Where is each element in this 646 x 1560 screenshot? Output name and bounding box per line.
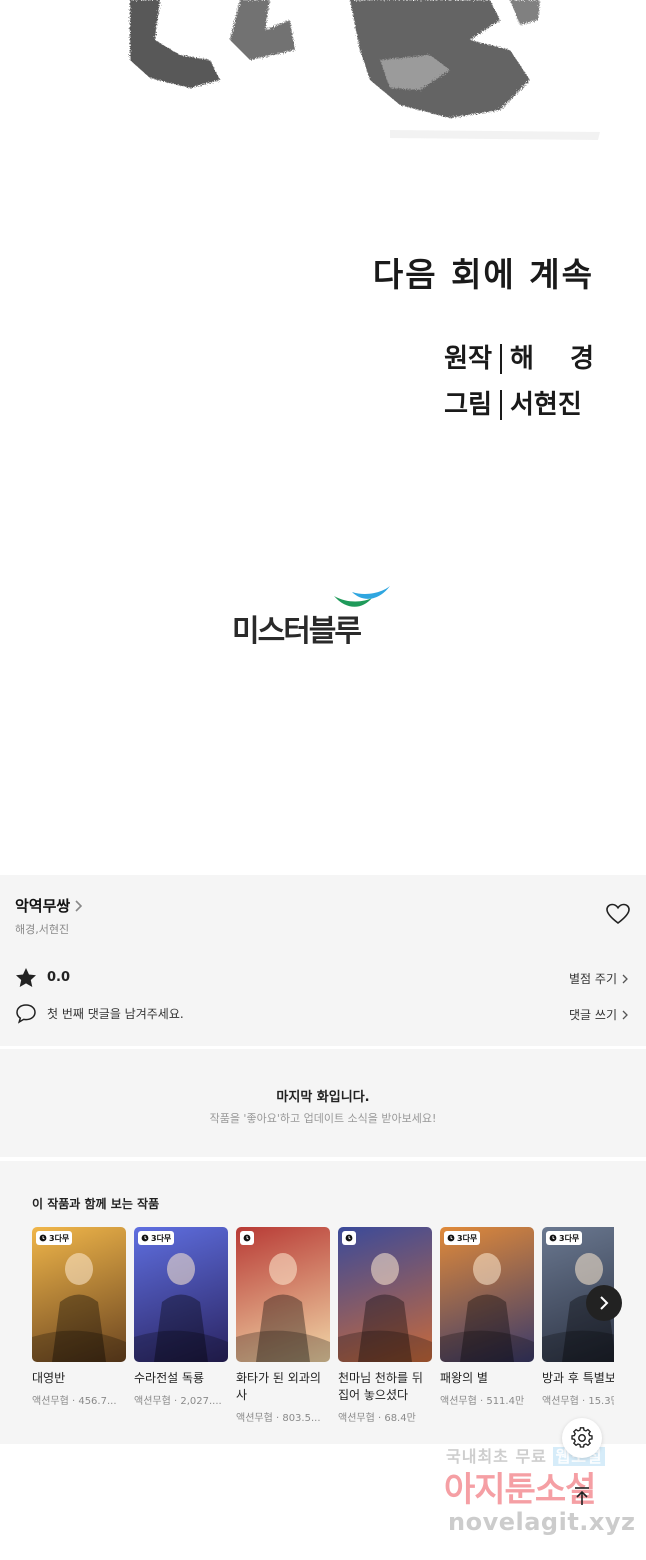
cover-illustration	[134, 1253, 228, 1362]
free-badge-label: 3다무	[151, 1233, 172, 1243]
series-info-panel: 악역무쌍 해경,서현진 0.0 별점 주기 첫 번째 댓글을 남겨주세요. 댓글…	[0, 875, 646, 1046]
clock-icon	[447, 1234, 455, 1242]
comment-prompt: 첫 번째 댓글을 남겨주세요.	[47, 1007, 184, 1021]
credit-name: 서현진	[510, 390, 582, 420]
recommendation-meta: 액션무협 · 511.4만	[440, 1396, 525, 1407]
recommendation-card[interactable]: 천마님 천하를 뒤집어 놓으셨다액션무협 · 68.4만	[338, 1227, 432, 1424]
clock-icon	[243, 1234, 251, 1242]
free-badge-label: 3다무	[49, 1233, 70, 1243]
settings-button[interactable]	[562, 1418, 602, 1458]
recommendation-title: 천마님 천하를 뒤집어 놓으셨다	[338, 1371, 423, 1402]
clock-icon	[39, 1234, 47, 1242]
free-badge: 3다무	[36, 1231, 73, 1245]
watermark-url: novelagit.xyz	[448, 1508, 636, 1536]
credit-role: 원작	[444, 344, 492, 374]
recommendation-card[interactable]: 3다무대영반액션무협 · 456.7...	[32, 1227, 126, 1407]
recommendation-title: 패왕의 별	[440, 1371, 488, 1385]
cover-illustration	[32, 1253, 126, 1362]
last-episode-subtitle: 작품을 '좋아요'하고 업데이트 소식을 받아보세요!	[209, 1112, 437, 1125]
credit-role: 그림	[444, 390, 492, 420]
recommendation-title: 대영반	[32, 1371, 66, 1385]
publisher-name: 미스터블루	[232, 614, 362, 649]
recommendations-carousel: 3다무 대영반 액션무협 · 456.7... 3다무 수라전설 독룡 액션무협 · 2,…	[32, 1227, 614, 1437]
rate-button[interactable]: 별점 주기	[569, 970, 628, 987]
to-be-continued-text: 다음 회에 계속	[372, 255, 594, 294]
credit-divider	[500, 344, 502, 374]
recommendation-meta: 액션무협 · 456.7...	[32, 1396, 117, 1407]
rate-label: 별점 주기	[569, 972, 617, 986]
rating-row: 0.0	[15, 967, 70, 988]
recommendation-cover: 3다무	[440, 1227, 534, 1362]
chevron-right-icon	[600, 1296, 609, 1310]
recommendation-title: 방과 후 특별보반	[542, 1371, 614, 1385]
write-comment-button[interactable]: 댓글 쓰기	[569, 1006, 628, 1023]
chevron-right-icon	[75, 899, 83, 912]
recommendation-cover	[338, 1227, 432, 1362]
recommendation-card[interactable]: 3다무패왕의 별액션무협 · 511.4만	[440, 1227, 534, 1407]
free-badge-label: 3다무	[457, 1233, 478, 1243]
star-icon	[16, 968, 36, 987]
recommendation-card[interactable]: 화타가 된 외과의사액션무협 · 803.5...	[236, 1227, 330, 1424]
scroll-top-button[interactable]	[566, 1480, 598, 1512]
recommendation-cover: 3다무	[134, 1227, 228, 1362]
chevron-right-icon	[622, 1010, 628, 1019]
last-episode-notice: 마지막 화입니다. 작품을 '좋아요'하고 업데이트 소식을 받아보세요!	[0, 1049, 646, 1157]
recommendations-section: 이 작품과 함께 보는 작품 3다무 대영반 액션무협 · 456.7... 3다무 수…	[0, 1161, 646, 1444]
recommendation-title: 화타가 된 외과의사	[236, 1371, 321, 1402]
recommendation-cover: 3다무	[32, 1227, 126, 1362]
credit-original: 원작 해 경	[444, 336, 594, 382]
heart-outline-icon[interactable]	[606, 903, 630, 925]
write-comment-label: 댓글 쓰기	[569, 1008, 617, 1022]
clock-badge	[240, 1231, 254, 1245]
recommendation-cover	[236, 1227, 330, 1362]
series-title-link[interactable]: 악역무쌍	[15, 895, 83, 916]
speech-bubble-icon	[16, 1004, 36, 1024]
credits: 원작 해 경 그림 서현진	[444, 336, 594, 428]
credit-divider	[500, 390, 502, 420]
recommendation-title: 수라전설 독룡	[134, 1371, 205, 1385]
recommendation-meta: 액션무협 · 68.4만	[338, 1413, 416, 1424]
free-badge: 3다무	[546, 1231, 583, 1245]
recommendation-meta: 액션무협 · 2,027....	[134, 1396, 222, 1407]
series-authors: 해경,서현진	[15, 923, 70, 936]
comment-row: 첫 번째 댓글을 남겨주세요.	[15, 1003, 184, 1024]
chevron-right-icon	[622, 974, 628, 983]
series-title-calligraphy	[130, 0, 600, 140]
last-episode-title: 마지막 화입니다.	[276, 1090, 370, 1105]
rating-value: 0.0	[47, 970, 71, 985]
carousel-next-button[interactable]	[586, 1285, 622, 1321]
clock-icon	[345, 1234, 353, 1242]
credit-art: 그림 서현진	[444, 382, 594, 428]
recommendation-card[interactable]: 3다무수라전설 독룡액션무협 · 2,027....	[134, 1227, 228, 1407]
clock-badge	[342, 1231, 356, 1245]
cover-illustration	[236, 1253, 330, 1362]
free-badge: 3다무	[138, 1231, 175, 1245]
recommendations-heading: 이 작품과 함께 보는 작품	[32, 1197, 160, 1211]
cover-illustration	[440, 1253, 534, 1362]
comic-panel: 다음 회에 계속 원작 해 경 그림 서현진 미스터블루	[0, 0, 646, 875]
free-badge: 3다무	[444, 1231, 481, 1245]
cover-illustration	[338, 1253, 432, 1362]
publisher-logo: 미스터블루	[232, 584, 397, 654]
clock-icon	[549, 1234, 557, 1242]
recommendation-meta: 액션무협 · 15.3만	[542, 1396, 614, 1407]
gear-icon	[571, 1427, 593, 1448]
recommendation-meta: 액션무협 · 803.5...	[236, 1413, 321, 1424]
free-badge-label: 3다무	[559, 1233, 580, 1243]
clock-icon	[141, 1234, 149, 1242]
series-title: 악역무쌍	[15, 897, 71, 915]
arrow-up-icon	[575, 1487, 589, 1505]
credit-name: 해 경	[510, 344, 594, 374]
